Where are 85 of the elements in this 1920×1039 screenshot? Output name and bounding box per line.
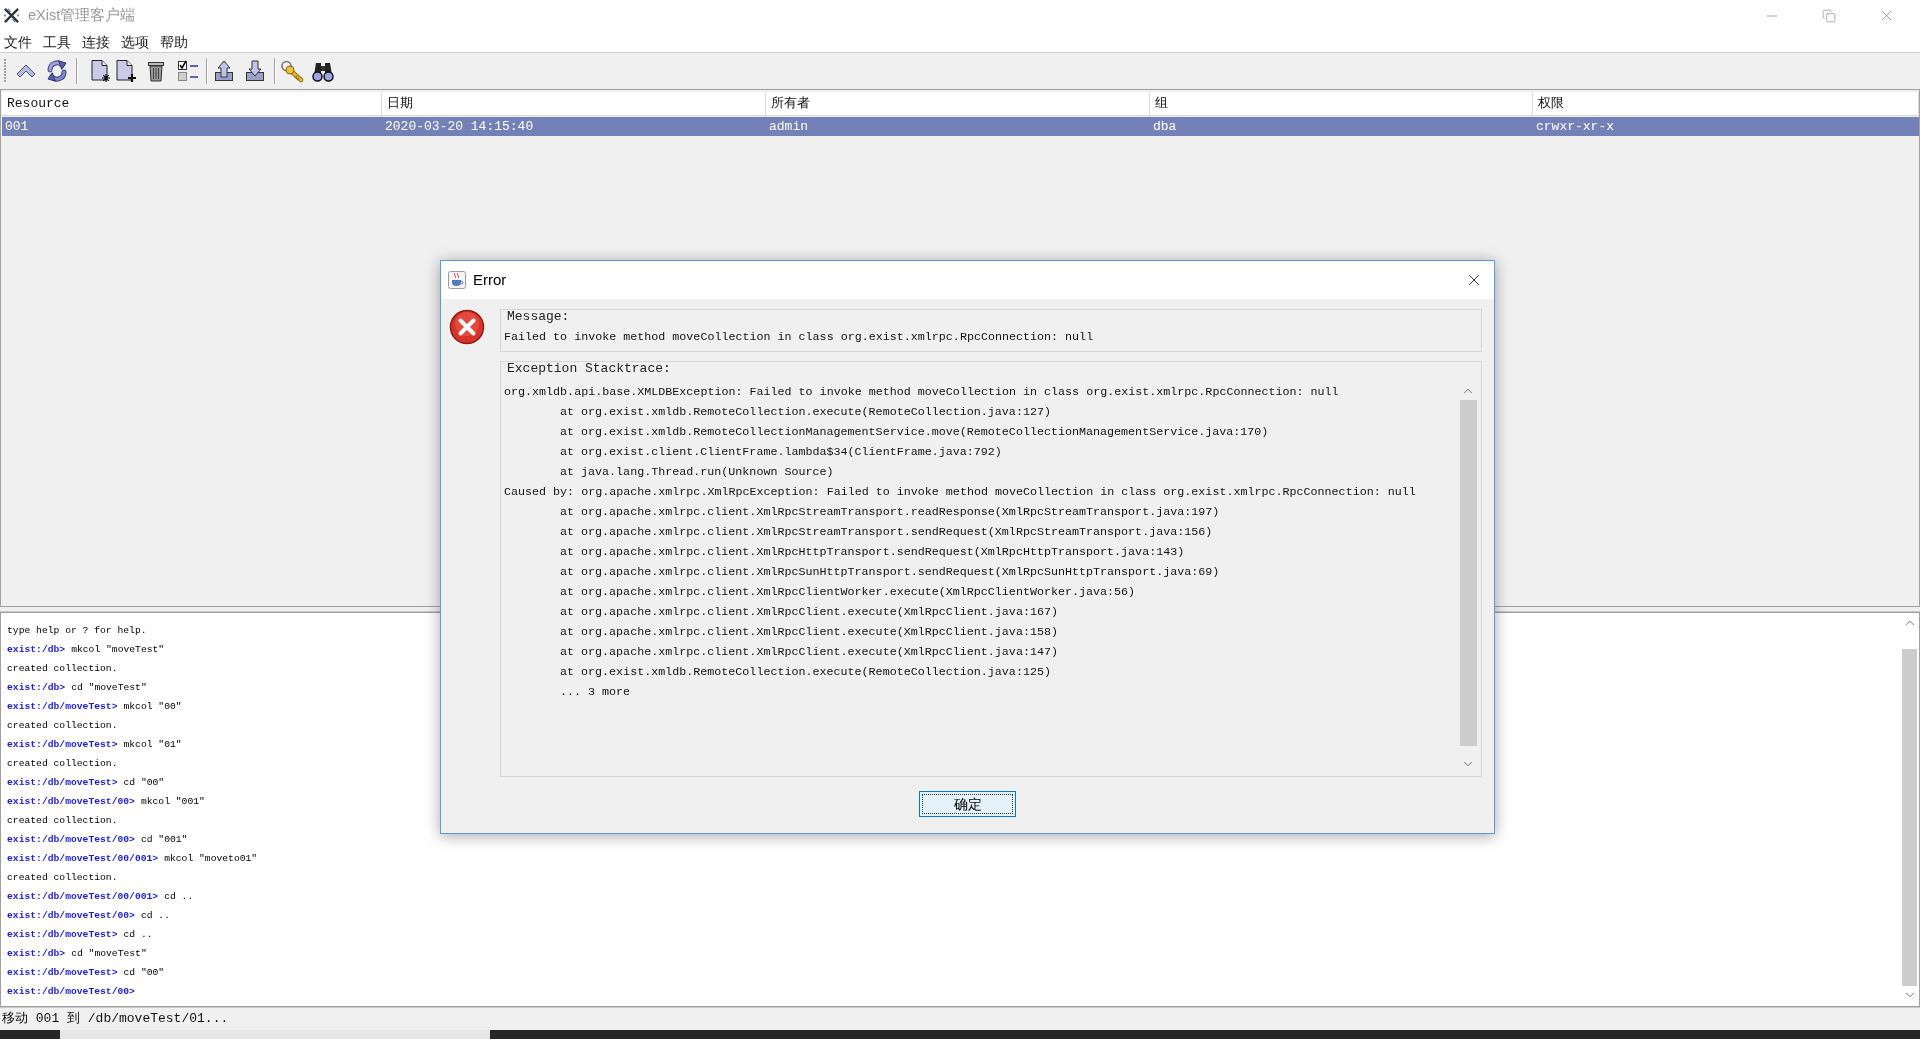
console-command: cd "moveTest" (71, 947, 147, 961)
console-output: created collection. (7, 814, 118, 828)
message-label: Message: (506, 311, 570, 323)
console-command: cd "001" (140, 833, 188, 847)
console-prompt: exist:/db/moveTest/00> (7, 833, 135, 847)
stacktrace-line: at org.apache.xmlrpc.client.XmlRpcClientWorker.execute(XmlRpcClientWorker.java:56) (560, 584, 1136, 601)
console-command: mkcol "moveto01" (164, 852, 258, 866)
console-prompt: exist:/db/moveTest/00/001> (7, 890, 159, 904)
console-prompt: exist:/db/moveTest> (7, 738, 118, 752)
console-command: mkcol "001" (140, 795, 205, 809)
console-command: cd .. (164, 890, 194, 904)
stacktrace-line: at org.apache.xmlrpc.client.XmlRpcSunHttpTransport.sendRequest(XmlRpcSunHttpTransport.java:69) (560, 564, 1220, 581)
stacktrace-line: ... 3 more (560, 684, 631, 701)
stacktrace-line: org.xmldb.api.base.XMLDBException: Failed to invoke method moveCollection in class org.exist.xmlrpc.RpcConnection: null (504, 384, 1339, 401)
menu-item[interactable]: 连接 (82, 32, 110, 51)
console-command: cd "moveTest" (71, 681, 147, 695)
stacktrace-line: at org.apache.xmlrpc.client.XmlRpcClient.execute(XmlRpcClient.java:167) (560, 604, 1058, 621)
dialog-title: Error (473, 269, 507, 290)
column-header[interactable]: 权限 (1533, 92, 1919, 116)
status-text: 移动 001 到 /db/moveTest/01... (2, 1010, 229, 1029)
stacktrace-line: at org.apache.xmlrpc.client.XmlRpcHttpTransport.sendRequest(XmlRpcHttpTransport.java:143) (560, 544, 1185, 561)
stacktrace-line: at org.exist.xmldb.RemoteCollectionManagementService.move(RemoteCollectionManagementService.java:170) (560, 424, 1269, 441)
stacktrace-line: at java.lang.Thread.run(Unknown Source) (560, 464, 834, 481)
key-icon[interactable] (280, 59, 304, 83)
x-logo-icon (3, 7, 20, 24)
menu-item[interactable]: 选项 (121, 32, 149, 51)
table-cell-text: dba (1152, 118, 1178, 136)
console-prompt: exist:/db/moveTest/00/001> (7, 852, 159, 866)
error-message: Failed to invoke method moveCollection in class org.exist.xmlrpc.RpcConnection: null (504, 329, 1094, 346)
grip-icon[interactable] (3, 58, 7, 84)
console-prompt: exist:/db/moveTest/00> (7, 985, 135, 999)
stacktrace-line: at org.exist.xmldb.RemoteCollection.execute(RemoteCollection.java:125) (560, 664, 1051, 681)
console-prompt: exist:/db/moveTest/00> (7, 795, 135, 809)
column-header[interactable]: 所有者 (766, 92, 1150, 116)
console-prompt: exist:/db/moveTest> (7, 928, 118, 942)
console-prompt: exist:/db/moveTest/00> (7, 909, 135, 923)
console-prompt: exist:/db/moveTest> (7, 966, 118, 980)
add-document-icon[interactable] (113, 59, 137, 83)
stacktrace-line: at org.exist.client.ClientFrame.lambda$34(ClientFrame.java:792) (560, 444, 1002, 461)
stacktrace-line: at org.apache.xmlrpc.client.XmlRpcClient.execute(XmlRpcClient.java:147) (560, 644, 1058, 661)
ok-button[interactable]: 确定 (919, 791, 1016, 817)
scrollbar-thumb[interactable] (1902, 649, 1917, 986)
upload-icon[interactable] (212, 59, 236, 83)
menu-item[interactable]: 文件 (4, 32, 32, 51)
menu-item[interactable]: 帮助 (160, 32, 188, 51)
stacktrace-line: at org.apache.xmlrpc.client.XmlRpcStreamTransport.sendRequest(XmlRpcStreamTransport.java:156) (560, 524, 1213, 541)
stacktrace-line: at org.apache.xmlrpc.client.XmlRpcStreamTransport.readResponse(XmlRpcStreamTransport.java:197) (560, 504, 1220, 521)
table-cell-text: 2020-03-20 14:15:40 (384, 118, 535, 136)
download-icon[interactable] (243, 59, 267, 83)
window-title: eXist管理客户端 (28, 5, 136, 25)
console-output: created collection. (7, 871, 118, 885)
stacktrace-line: at org.apache.xmlrpc.client.XmlRpcClient.execute(XmlRpcClient.java:158) (560, 624, 1058, 641)
coffee-cup-icon (448, 271, 466, 289)
error-icon (449, 309, 485, 345)
console-command: mkcol "moveTest" (71, 643, 165, 657)
stacktrace-label: Exception Stacktrace: (506, 362, 671, 376)
menu-item[interactable]: 工具 (43, 32, 71, 51)
console-prompt: exist:/db/moveTest> (7, 700, 118, 714)
console-output: type help or ? for help. (7, 624, 147, 638)
console-command: cd .. (140, 909, 170, 923)
console-output: created collection. (7, 662, 118, 676)
refresh-icon[interactable] (45, 59, 69, 83)
new-document-icon[interactable] (88, 59, 112, 83)
console-command: cd "00" (123, 776, 165, 790)
table-row[interactable]: 001 2020-03-20 14:15:40 admin dba crwxr-xr-x (2, 117, 1919, 136)
console-output: created collection. (7, 719, 118, 733)
console-command: mkcol "01" (123, 738, 182, 752)
console-prompt: exist:/db/moveTest> (7, 776, 118, 790)
console-prompt: exist:/db> (7, 947, 66, 961)
console-command: mkcol "00" (123, 700, 182, 714)
console-prompt: exist:/db> (7, 681, 66, 695)
scrollbar-thumb[interactable] (1459, 400, 1477, 746)
console-output: created collection. (7, 757, 118, 771)
stacktrace-line: at org.exist.xmldb.RemoteCollection.execute(RemoteCollection.java:127) (560, 404, 1051, 421)
console-command: cd .. (123, 928, 153, 942)
console-command: cd "00" (123, 966, 165, 980)
column-header[interactable]: 日期 (382, 92, 766, 116)
checklist-icon[interactable] (176, 59, 200, 83)
column-header[interactable]: Resource (2, 92, 382, 116)
table-cell-text: crwxr-xr-x (1535, 118, 1615, 136)
console-prompt: exist:/db> (7, 643, 66, 657)
table-cell-text: admin (768, 118, 809, 136)
column-header[interactable]: 组 (1150, 92, 1533, 116)
table-cell-text: 001 (4, 118, 30, 136)
stacktrace-line: Caused by: org.apache.xmlrpc.XmlRpcException: Failed to invoke method moveCollection in class org.exist.xmlrpc.RpcConnection: null (504, 484, 1416, 501)
